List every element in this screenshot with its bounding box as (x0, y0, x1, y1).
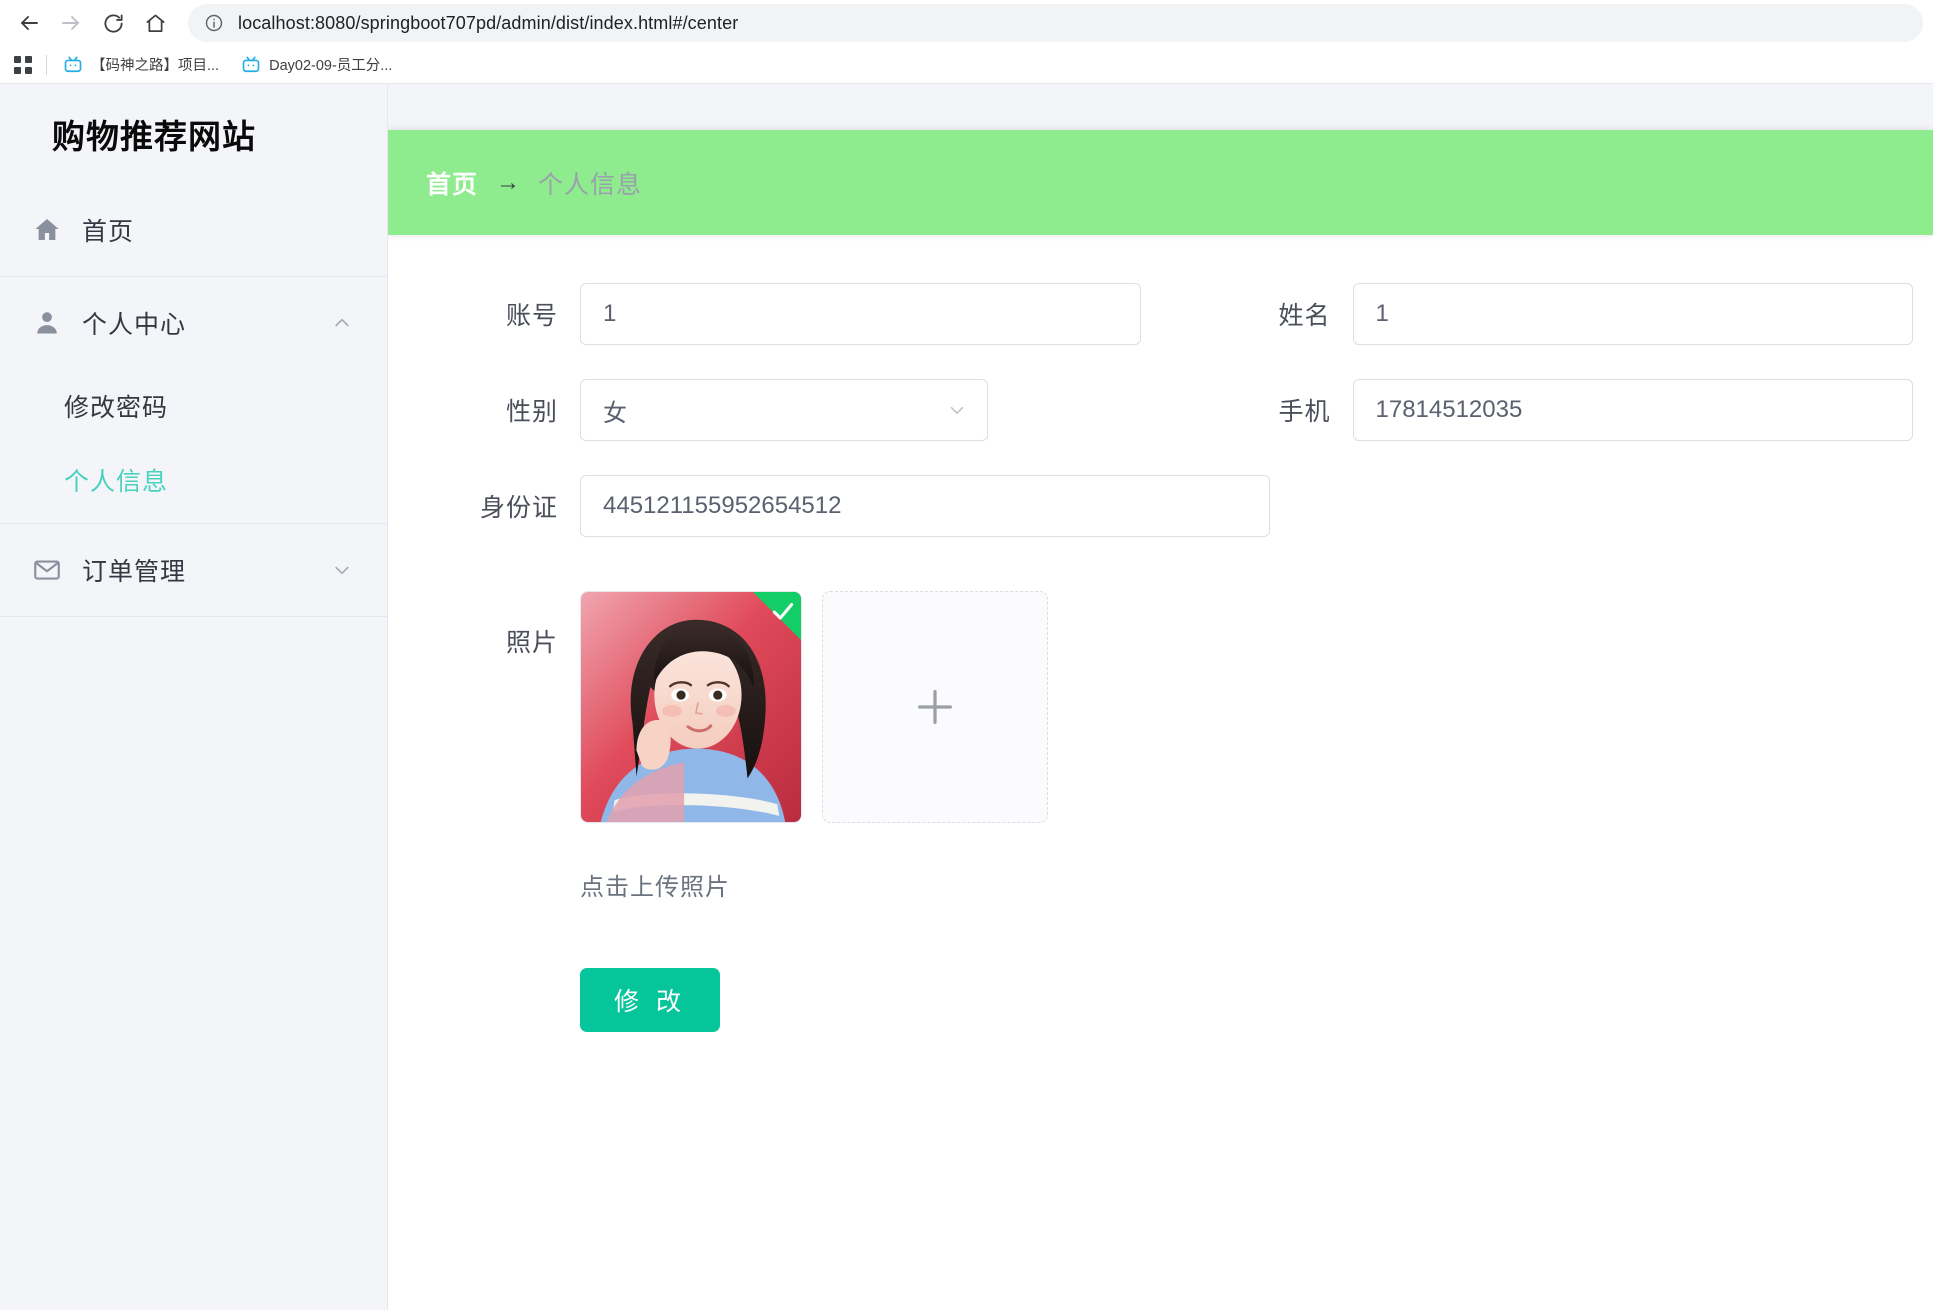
sidebar-item-label: 个人中心 (82, 305, 331, 341)
field-row-account: 账号 (388, 283, 1161, 345)
bookmark-label: 【码神之路】项目... (91, 54, 219, 75)
breadcrumb: 首页 → 个人信息 (388, 130, 1933, 235)
bilibili-favicon-icon (63, 55, 83, 75)
breadcrumb-current: 个人信息 (538, 165, 642, 201)
sidebar-subitem-label: 个人信息 (64, 462, 168, 498)
reload-icon[interactable] (92, 2, 134, 44)
browser-chrome: localhost:8080/springboot707pd/admin/dis… (0, 0, 1933, 84)
breadcrumb-home-link[interactable]: 首页 (426, 165, 478, 201)
photo-thumbnail[interactable] (580, 591, 802, 823)
bookmarks-bar: 【码神之路】项目... Day02-09-员工分... (0, 46, 1933, 84)
field-row-phone: 手机 (1161, 379, 1933, 441)
menu-group-personal-center: 个人中心 修改密码 个人信息 (0, 277, 387, 524)
brand-title: 购物推荐网站 (52, 110, 256, 158)
name-input[interactable] (1353, 283, 1914, 345)
apps-grid-icon[interactable] (10, 52, 36, 78)
sidebar-item-personal-info[interactable]: 个人信息 (0, 443, 387, 517)
form-column-left: 账号 性别 (388, 283, 1161, 571)
envelope-icon (30, 553, 64, 587)
upload-tip-text[interactable]: 点击上传照片 (388, 867, 1933, 902)
sidebar-item-personal-center[interactable]: 个人中心 (0, 277, 387, 369)
bookmark-item[interactable]: 【码神之路】项目... (57, 51, 229, 78)
sidebar: 购物推荐网站 首页 个人中心 修改密码 (0, 84, 388, 1310)
field-row-gender: 性别 (388, 379, 1161, 441)
chevron-down-icon[interactable] (331, 559, 353, 581)
account-label: 账号 (448, 296, 558, 332)
home-icon[interactable] (134, 2, 176, 44)
gender-label: 性别 (448, 392, 558, 428)
menu-group-home: 首页 (0, 184, 387, 277)
content-card: 首页 → 个人信息 账号 性别 (388, 130, 1933, 1310)
photo-upload-list (580, 591, 1048, 823)
home-icon (30, 213, 64, 247)
save-button[interactable]: 修 改 (580, 968, 720, 1032)
user-icon (30, 306, 64, 340)
field-row-name: 姓名 (1161, 283, 1933, 345)
account-input[interactable] (580, 283, 1141, 345)
browser-toolbar: localhost:8080/springboot707pd/admin/dis… (0, 0, 1933, 46)
form-grid: 账号 性别 (388, 283, 1933, 571)
bookmark-item[interactable]: Day02-09-员工分... (235, 51, 402, 78)
sidebar-item-home[interactable]: 首页 (0, 184, 387, 276)
field-row-photo: 照片 (388, 591, 1933, 823)
check-icon (770, 598, 796, 624)
chevron-up-icon[interactable] (331, 312, 353, 334)
back-arrow-icon[interactable] (8, 2, 50, 44)
sidebar-item-label: 订单管理 (82, 552, 331, 588)
menu-group-order-management: 订单管理 (0, 524, 387, 617)
phone-label: 手机 (1221, 392, 1331, 428)
forward-arrow-icon[interactable] (50, 2, 92, 44)
sidebar-item-order-management[interactable]: 订单管理 (0, 524, 387, 616)
address-bar[interactable]: localhost:8080/springboot707pd/admin/dis… (188, 4, 1923, 42)
gender-select-value[interactable] (580, 379, 988, 441)
photo-label: 照片 (448, 591, 558, 659)
add-photo-button[interactable] (822, 591, 1048, 823)
sidebar-item-label: 首页 (82, 212, 353, 248)
phone-input[interactable] (1353, 379, 1914, 441)
name-label: 姓名 (1221, 296, 1331, 332)
submenu-personal-center: 修改密码 个人信息 (0, 369, 387, 523)
bookmark-label: Day02-09-员工分... (269, 54, 392, 75)
submit-row: 修 改 (388, 968, 1933, 1102)
idcard-label: 身份证 (448, 488, 558, 524)
site-info-icon[interactable] (204, 13, 224, 33)
sidebar-item-change-password[interactable]: 修改密码 (0, 369, 387, 443)
brand-header: 购物推荐网站 (0, 84, 387, 184)
url-text: localhost:8080/springboot707pd/admin/dis… (238, 13, 738, 34)
plus-icon (912, 684, 958, 730)
main-content: 首页 → 个人信息 账号 性别 (388, 84, 1933, 1310)
field-row-idcard: 身份证 (388, 475, 1161, 537)
app-root: 购物推荐网站 首页 个人中心 修改密码 (0, 84, 1933, 1310)
profile-form: 账号 性别 (388, 235, 1933, 1102)
bookmarks-divider (46, 55, 47, 75)
gender-select[interactable] (580, 379, 988, 441)
sidebar-subitem-label: 修改密码 (64, 388, 168, 424)
breadcrumb-arrow-icon: → (496, 169, 520, 197)
bilibili-favicon-icon (241, 55, 261, 75)
form-column-right: 姓名 手机 (1161, 283, 1933, 571)
